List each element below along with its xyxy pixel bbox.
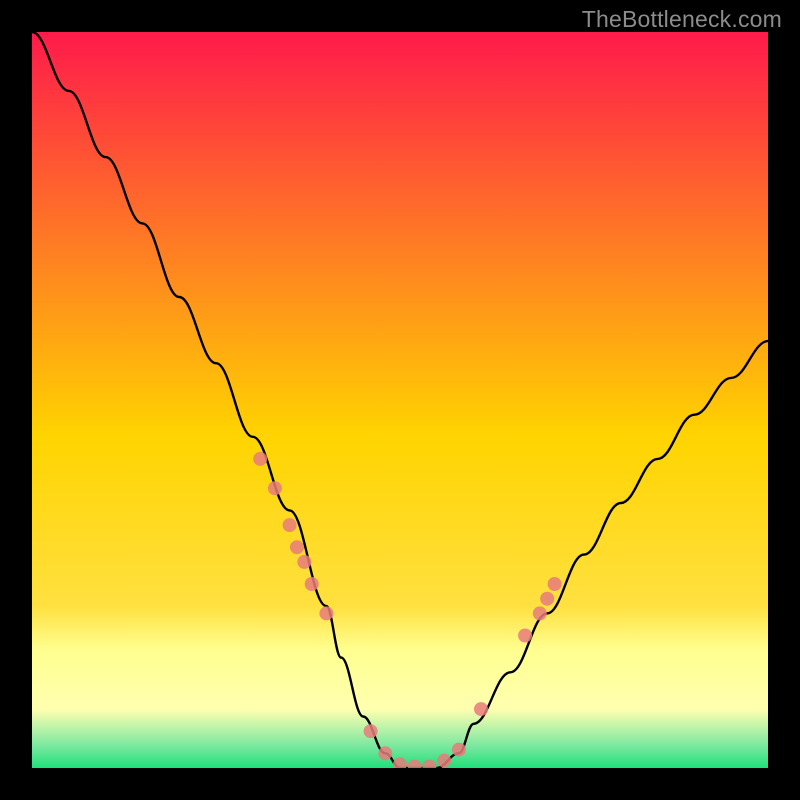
plot-area	[32, 32, 768, 768]
marker-point	[437, 754, 451, 768]
marker-point	[533, 606, 547, 620]
gradient-background	[32, 32, 768, 768]
marker-point	[253, 452, 267, 466]
marker-point	[518, 629, 532, 643]
marker-point	[474, 702, 488, 716]
marker-point	[290, 540, 304, 554]
marker-point	[319, 606, 333, 620]
marker-point	[378, 746, 392, 760]
marker-point	[540, 592, 554, 606]
marker-point	[305, 577, 319, 591]
marker-point	[268, 481, 282, 495]
marker-point	[297, 555, 311, 569]
marker-point	[452, 743, 466, 757]
marker-point	[548, 577, 562, 591]
marker-point	[283, 518, 297, 532]
watermark-text: TheBottleneck.com	[582, 6, 782, 33]
chart-svg	[32, 32, 768, 768]
chart-container: TheBottleneck.com	[0, 0, 800, 800]
marker-point	[364, 724, 378, 738]
